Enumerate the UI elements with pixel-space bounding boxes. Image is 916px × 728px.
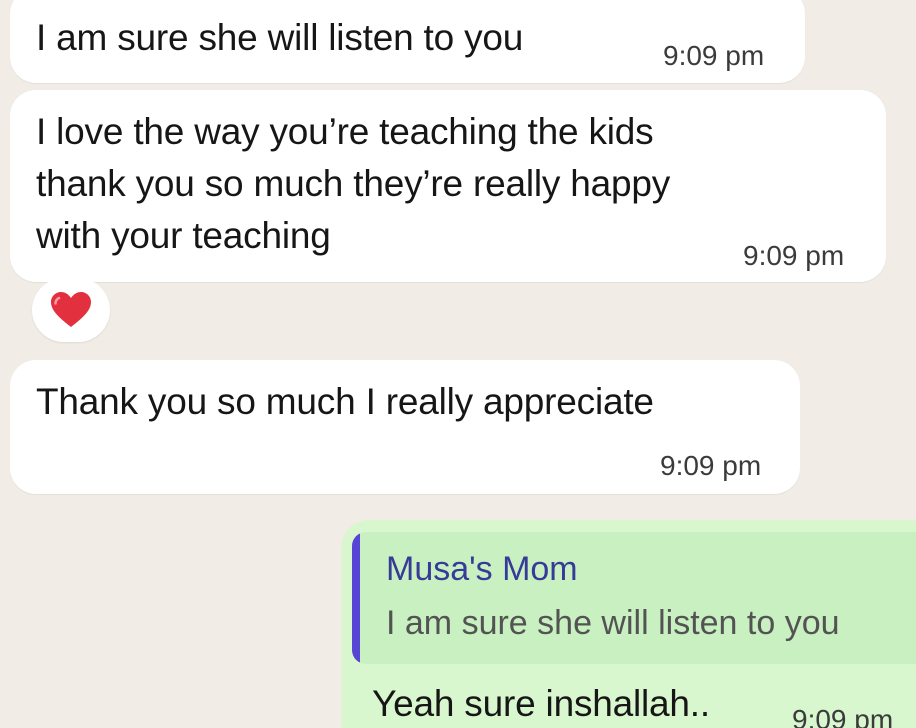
quoted-text: I am sure she will listen to you	[386, 604, 840, 642]
message-timestamp: 9:09 pm	[792, 704, 894, 728]
message-text: Thank you so much I really appreciate	[36, 381, 654, 422]
heart-icon	[51, 292, 91, 327]
quoted-message[interactable]: Musa's Mom I am sure she will listen to …	[352, 532, 916, 664]
message-text: Yeah sure inshallah..	[372, 683, 710, 724]
message-timestamp: 9:09 pm	[743, 240, 845, 271]
message-text: I am sure she will listen to you	[36, 17, 524, 58]
quote-accent-bar	[352, 532, 360, 664]
message-timestamp: 9:09 pm	[663, 40, 765, 71]
message-reaction[interactable]	[32, 278, 110, 342]
chat-thread[interactable]: I am sure she will listen to you 9:09 pm…	[0, 0, 916, 728]
message-text: I love the way you’re teaching the kids …	[36, 111, 671, 256]
quoted-author: Musa's Mom	[386, 550, 578, 588]
message-timestamp: 9:09 pm	[660, 450, 762, 481]
